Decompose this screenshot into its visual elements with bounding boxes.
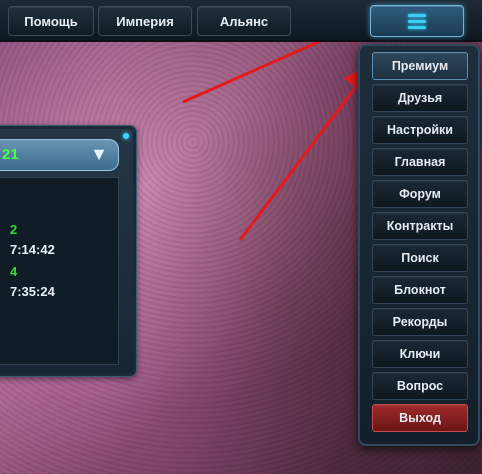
menu-item-contracts[interactable]: Контракты — [372, 212, 468, 240]
menu-item-home[interactable]: Главная — [372, 148, 468, 176]
menu-item-keys[interactable]: Ключи — [372, 340, 468, 368]
help-button[interactable]: Помощь — [8, 6, 94, 36]
panel-content: 2 7:14:42 4 7:35:24 — [0, 177, 119, 365]
panel-header[interactable]: 21 ▼ — [0, 139, 119, 171]
menu-item-forum[interactable]: Форум — [372, 180, 468, 208]
arrow-to-premium — [238, 63, 374, 241]
panel-line-2: 7:14:42 — [10, 242, 55, 257]
status-dot-icon — [123, 133, 129, 139]
empire-button[interactable]: Империя — [98, 6, 192, 36]
menu-toggle-button[interactable] — [370, 5, 464, 37]
menu-item-question[interactable]: Вопрос — [372, 372, 468, 400]
menu-item-search[interactable]: Поиск — [372, 244, 468, 272]
panel-line-3: 4 — [10, 264, 18, 279]
info-panel: 21 ▼ 2 7:14:42 4 7:35:24 — [0, 126, 136, 376]
hamburger-icon — [408, 11, 426, 32]
main-menu-dropdown: Премиум Друзья Настройки Главная Форум К… — [358, 44, 480, 446]
panel-line-4: 7:35:24 — [10, 284, 55, 299]
panel-header-value: 21 — [2, 146, 19, 163]
menu-item-premium[interactable]: Премиум — [372, 52, 468, 80]
menu-item-notepad[interactable]: Блокнот — [372, 276, 468, 304]
menu-item-settings[interactable]: Настройки — [372, 116, 468, 144]
chevron-down-icon[interactable]: ▼ — [90, 144, 108, 164]
menu-item-records[interactable]: Рекорды — [372, 308, 468, 336]
top-navigation-bar: Помощь Империя Альянс — [0, 0, 482, 42]
alliance-button[interactable]: Альянс — [197, 6, 291, 36]
menu-item-friends[interactable]: Друзья — [372, 84, 468, 112]
panel-line-1: 2 — [10, 222, 18, 237]
menu-item-exit[interactable]: Выход — [372, 404, 468, 432]
